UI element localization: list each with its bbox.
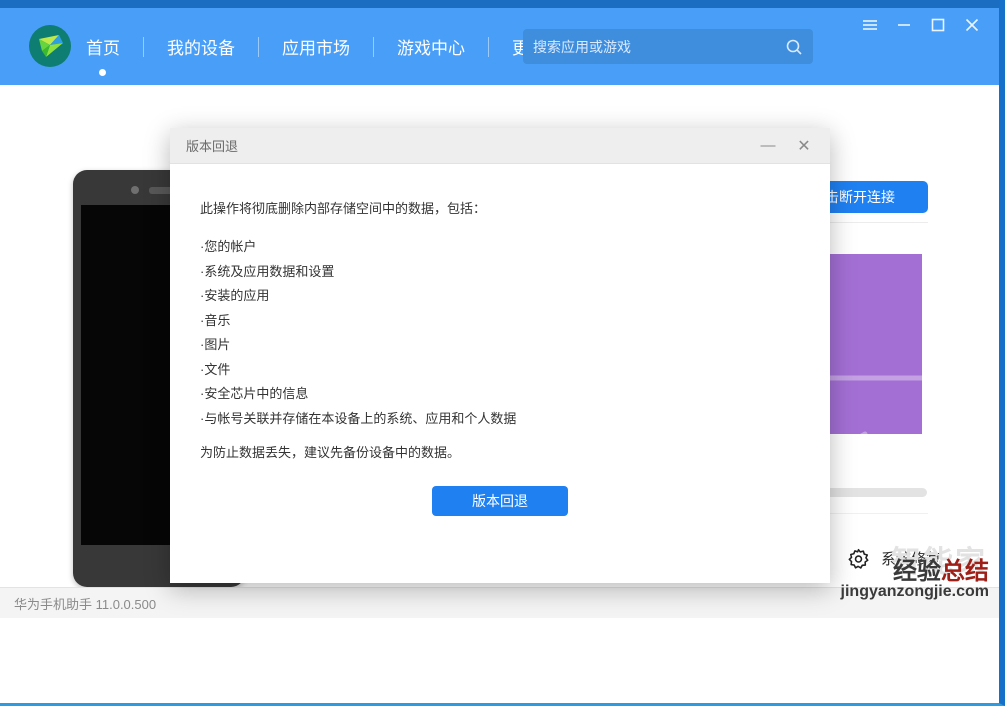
phone-camera-dot	[131, 186, 139, 194]
nav-separator	[143, 37, 144, 57]
dialog-list-item: ·与帐号关联并存储在本设备上的系统、应用和个人数据	[200, 407, 800, 432]
dialog-data-list: ·您的帐户·系统及应用数据和设置·安装的应用·音乐·图片·文件·安全芯片中的信息…	[200, 235, 800, 431]
hisuite-bird-icon	[33, 29, 67, 63]
nav-separator	[488, 37, 489, 57]
watermark-title: 经验总结	[829, 559, 989, 584]
dialog-body: 此操作将彻底删除内部存储空间中的数据，包括： ·您的帐户·系统及应用数据和设置·…	[170, 164, 830, 516]
window-controls	[861, 16, 981, 34]
rollback-confirm-button[interactable]: 版本回退	[432, 486, 568, 516]
minimize-icon[interactable]	[895, 16, 913, 34]
dialog-minimize-icon[interactable]: —	[758, 136, 778, 156]
dialog-intro-text: 此操作将彻底删除内部存储空间中的数据，包括：	[200, 200, 800, 218]
nav-item-3[interactable]: 游戏中心	[395, 34, 467, 59]
menu-icon[interactable]	[861, 16, 879, 34]
window-top-strip	[0, 0, 999, 8]
search-input[interactable]	[533, 39, 785, 55]
app-window: 首页我的设备应用市场游戏中心更多服务	[0, 0, 1005, 706]
nav-item-2[interactable]: 应用市场	[280, 34, 352, 59]
nav-separator	[258, 37, 259, 57]
maximize-icon[interactable]	[929, 16, 947, 34]
app-version-text: 华为手机助手 11.0.0.500	[14, 594, 156, 613]
watermark-title-part1: 经验	[893, 558, 941, 585]
active-nav-dot	[99, 69, 106, 76]
dialog-list-item: ·安全芯片中的信息	[200, 382, 800, 407]
nav-item-0[interactable]: 首页	[84, 34, 122, 59]
nav-item-1[interactable]: 我的设备	[165, 34, 237, 59]
dialog-titlebar[interactable]: 版本回退 — ✕	[170, 128, 830, 164]
dialog-title: 版本回退	[186, 136, 758, 155]
close-icon[interactable]	[963, 16, 981, 34]
dialog-list-item: ·音乐	[200, 309, 800, 334]
dialog-list-item: ·系统及应用数据和设置	[200, 260, 800, 285]
nav-separator	[373, 37, 374, 57]
dialog-warning-text: 为防止数据丢失，建议先备份设备中的数据。	[200, 444, 800, 462]
app-header: 首页我的设备应用市场游戏中心更多服务	[0, 8, 999, 85]
watermark: 智能家 经验总结 jingyanzongjie.com	[829, 559, 989, 601]
dialog-list-item: ·文件	[200, 358, 800, 383]
app-logo[interactable]	[29, 25, 71, 67]
dialog-close-icon[interactable]: ✕	[794, 136, 814, 156]
search-icon[interactable]	[785, 38, 803, 56]
version-rollback-dialog: 版本回退 — ✕ 此操作将彻底删除内部存储空间中的数据，包括： ·您的帐户·系统…	[170, 128, 830, 583]
dialog-list-item: ·安装的应用	[200, 284, 800, 309]
dialog-list-item: ·您的帐户	[200, 235, 800, 260]
dialog-list-item: ·图片	[200, 333, 800, 358]
watermark-title-part2: 总结	[941, 558, 989, 585]
watermark-url: jingyanzongjie.com	[829, 584, 989, 601]
search-box[interactable]	[523, 29, 813, 64]
